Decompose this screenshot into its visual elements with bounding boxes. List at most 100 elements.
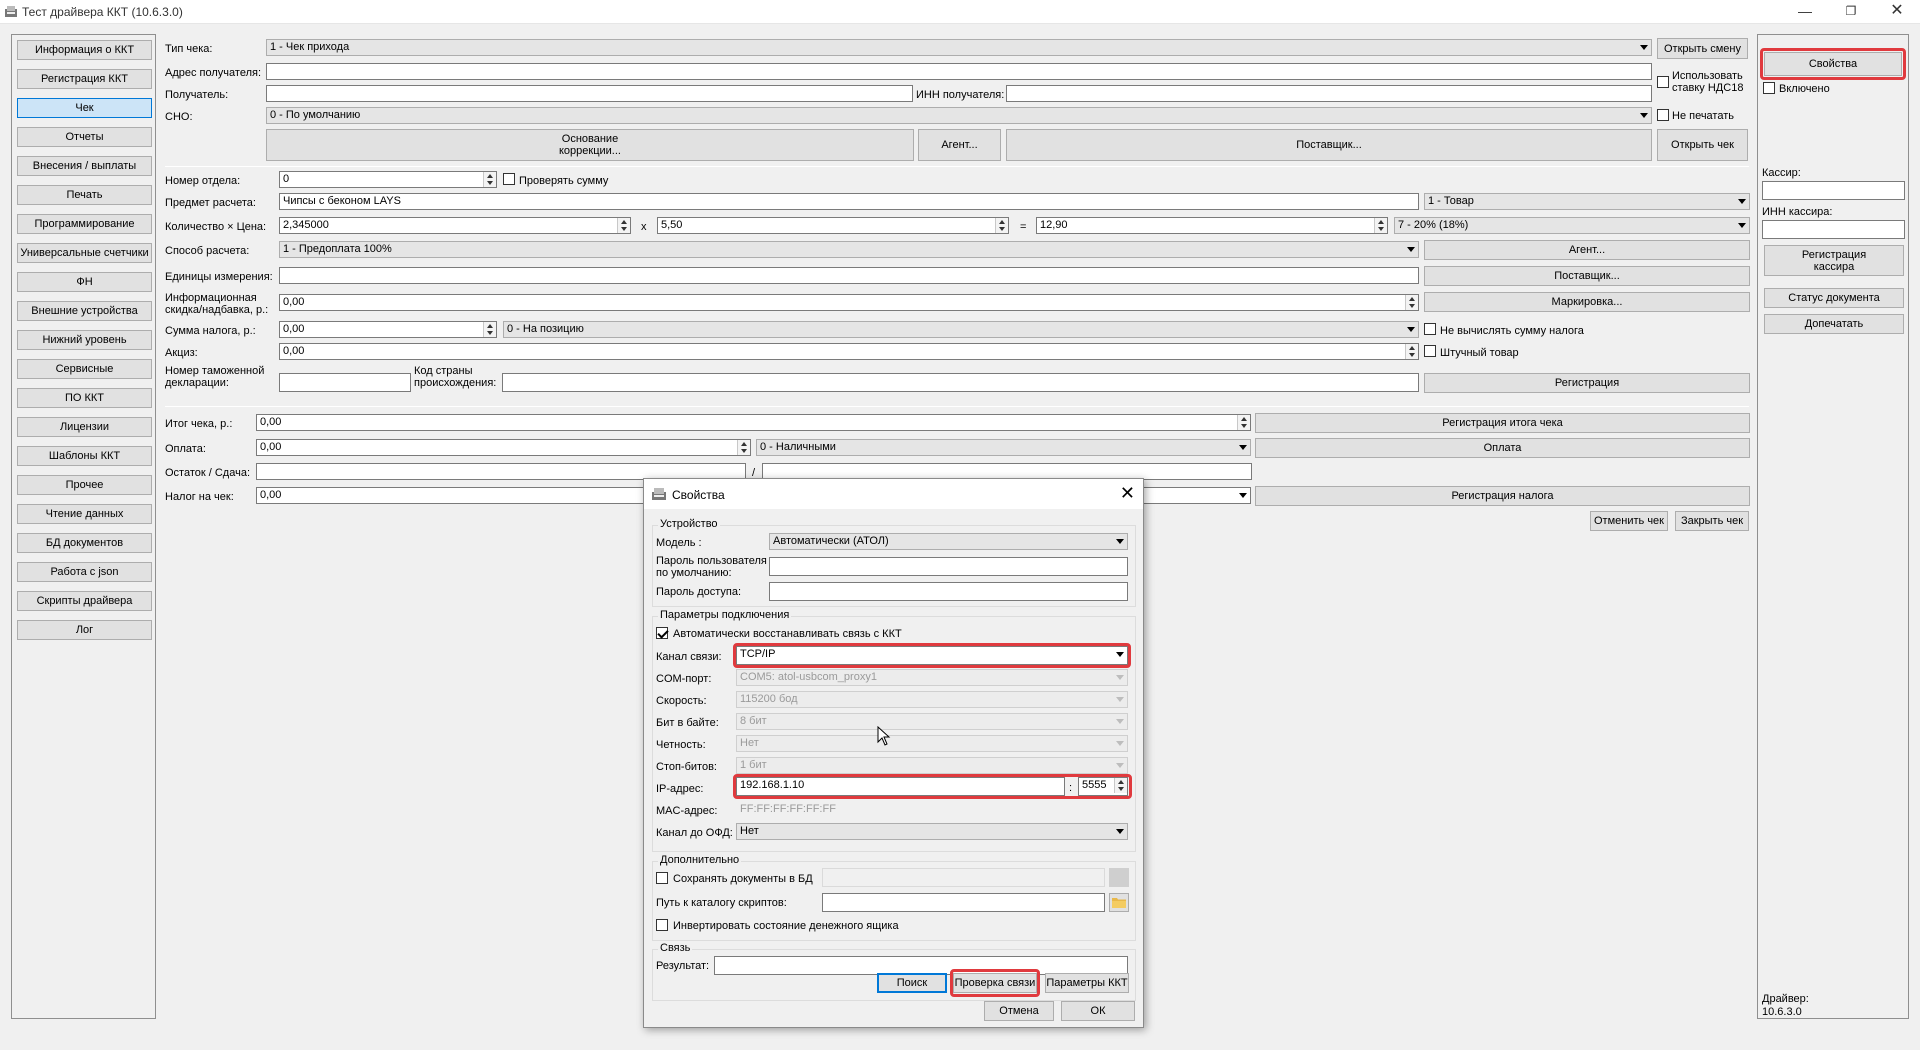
- nav-item[interactable]: Регистрация ККТ: [17, 69, 152, 89]
- nav-item[interactable]: ФН: [17, 272, 152, 292]
- department-input[interactable]: 0: [279, 171, 497, 188]
- recipient-address-input[interactable]: [266, 63, 1652, 80]
- open-shift-button[interactable]: Открыть смену: [1657, 38, 1748, 59]
- search-button[interactable]: Поиск: [877, 973, 947, 993]
- reprint-button[interactable]: Допечатать: [1764, 314, 1904, 334]
- no-print-checkbox[interactable]: [1657, 109, 1669, 121]
- open-receipt-button[interactable]: Открыть чек: [1657, 129, 1748, 161]
- nav-item[interactable]: Внесения / выплаты: [17, 156, 152, 176]
- nav-item[interactable]: Внешние устройства: [17, 301, 152, 321]
- marking-button[interactable]: Маркировка...: [1424, 292, 1750, 312]
- nav-item[interactable]: Прочее: [17, 475, 152, 495]
- customs-input[interactable]: [279, 373, 411, 392]
- no-calc-tax-checkbox[interactable]: [1424, 323, 1436, 335]
- scripts-path-input[interactable]: [822, 893, 1105, 912]
- folder-icon[interactable]: [1109, 893, 1129, 912]
- nav-item[interactable]: Скрипты драйвера: [17, 591, 152, 611]
- item-type-select[interactable]: 1 - Товар: [1424, 193, 1750, 210]
- user-password-input[interactable]: [769, 557, 1128, 576]
- vat-select[interactable]: 7 - 20% (18%): [1394, 217, 1750, 234]
- speed-select[interactable]: 115200 бод: [736, 691, 1128, 708]
- nav-item[interactable]: Лог: [17, 620, 152, 640]
- register-position-button[interactable]: Регистрация: [1424, 373, 1750, 393]
- spinner-icon[interactable]: [995, 218, 1008, 233]
- payment-method-select[interactable]: 1 - Предоплата 100%: [279, 241, 1419, 258]
- spinner-icon[interactable]: [483, 172, 496, 187]
- minimize-icon[interactable]: —: [1782, 0, 1828, 24]
- spinner-icon[interactable]: [1405, 295, 1418, 310]
- spinner-icon[interactable]: [483, 322, 496, 337]
- spinner-icon[interactable]: [1237, 415, 1250, 430]
- db-path-input[interactable]: [822, 868, 1105, 887]
- com-port-select[interactable]: COM5: atol-usbcom_proxy1: [736, 669, 1128, 686]
- channel-select[interactable]: TCP/IP: [736, 646, 1128, 665]
- position-total-input[interactable]: 12,90: [1036, 217, 1388, 234]
- properties-button[interactable]: Свойства: [1764, 52, 1902, 76]
- nav-item[interactable]: Печать: [17, 185, 152, 205]
- tax-sum-input[interactable]: 0,00: [279, 321, 497, 338]
- nav-item[interactable]: Шаблоны ККТ: [17, 446, 152, 466]
- nav-item[interactable]: Чек: [17, 98, 152, 118]
- close-icon[interactable]: ✕: [1874, 0, 1920, 24]
- recipient-input[interactable]: [266, 85, 913, 102]
- auto-restore-checkbox[interactable]: [656, 627, 668, 639]
- nav-item[interactable]: Отчеты: [17, 127, 152, 147]
- agent-position-button[interactable]: Агент...: [1424, 240, 1750, 260]
- parity-select[interactable]: Нет: [736, 735, 1128, 752]
- ip-address-input[interactable]: 192.168.1.10: [736, 777, 1065, 796]
- save-db-checkbox[interactable]: [656, 872, 668, 884]
- piece-goods-checkbox[interactable]: [1424, 345, 1436, 357]
- nav-item[interactable]: Лицензии: [17, 417, 152, 437]
- mac-address-input[interactable]: FF:FF:FF:FF:FF:FF: [736, 801, 1128, 818]
- nav-item[interactable]: Информация о ККТ: [17, 40, 152, 60]
- nav-item[interactable]: БД документов: [17, 533, 152, 553]
- country-code-input[interactable]: [502, 373, 1419, 392]
- nav-item[interactable]: ПО ККТ: [17, 388, 152, 408]
- nav-item[interactable]: Работа с json: [17, 562, 152, 582]
- nav-item[interactable]: Чтение данных: [17, 504, 152, 524]
- restore-icon[interactable]: ❐: [1828, 0, 1874, 24]
- cancel-button[interactable]: Отмена: [984, 1001, 1054, 1021]
- invert-drawer-checkbox[interactable]: [656, 919, 668, 931]
- access-password-input[interactable]: [769, 582, 1128, 601]
- receipt-total-input[interactable]: 0,00: [256, 414, 1251, 431]
- price-input[interactable]: 5,50: [657, 217, 1009, 234]
- payment-input[interactable]: 0,00: [256, 439, 751, 456]
- receipt-type-select[interactable]: 1 - Чек прихода: [266, 39, 1652, 56]
- units-input[interactable]: [279, 267, 1419, 284]
- db-path-button[interactable]: [1109, 868, 1129, 887]
- bits-select[interactable]: 8 бит: [736, 713, 1128, 730]
- recipient-inn-input[interactable]: [1006, 85, 1652, 102]
- excise-input[interactable]: 0,00: [279, 343, 1419, 360]
- info-discount-input[interactable]: 0,00: [279, 294, 1419, 311]
- enabled-checkbox[interactable]: [1763, 82, 1775, 94]
- spinner-icon[interactable]: [1374, 218, 1387, 233]
- sno-select[interactable]: 0 - По умолчанию: [266, 107, 1652, 124]
- payment-type-select[interactable]: 0 - Наличными: [756, 439, 1251, 456]
- item-input[interactable]: Чипсы с беконом LAYS: [279, 193, 1419, 210]
- model-select[interactable]: Автоматически (АТОЛ): [769, 533, 1128, 550]
- supplier-position-button[interactable]: Поставщик...: [1424, 266, 1750, 286]
- register-cashier-button[interactable]: Регистрация кассира: [1764, 245, 1904, 276]
- spinner-icon[interactable]: [737, 440, 750, 455]
- ofd-channel-select[interactable]: Нет: [736, 823, 1128, 840]
- nav-item[interactable]: Универсальные счетчики: [17, 243, 152, 263]
- agent-button[interactable]: Агент...: [918, 129, 1001, 161]
- quantity-input[interactable]: 2,345000: [279, 217, 631, 234]
- use-vat18-checkbox[interactable]: [1657, 76, 1669, 88]
- spinner-icon[interactable]: [1405, 344, 1418, 359]
- register-tax-button[interactable]: Регистрация налога: [1255, 486, 1750, 506]
- kkt-params-button[interactable]: Параметры ККТ: [1045, 973, 1129, 993]
- doc-status-button[interactable]: Статус документа: [1764, 288, 1904, 308]
- nav-item[interactable]: Сервисные: [17, 359, 152, 379]
- nav-item[interactable]: Программирование: [17, 214, 152, 234]
- cashier-inn-input[interactable]: [1762, 220, 1905, 239]
- port-input[interactable]: 5555: [1078, 777, 1128, 796]
- cashier-input[interactable]: [1762, 181, 1905, 200]
- tax-mode-select[interactable]: 0 - На позицию: [503, 321, 1419, 338]
- correction-basis-button[interactable]: Основание коррекции...: [266, 129, 914, 161]
- spinner-icon[interactable]: [617, 218, 630, 233]
- cancel-receipt-button[interactable]: Отменить чек: [1590, 511, 1668, 531]
- payment-button[interactable]: Оплата: [1255, 438, 1750, 458]
- check-sum-checkbox[interactable]: [503, 173, 515, 185]
